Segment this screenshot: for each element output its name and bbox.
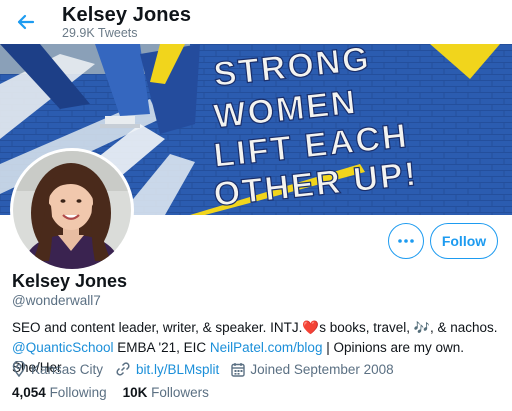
bio-line-1: SEO and content leader, writer, & speake… xyxy=(12,318,507,338)
bio-site-link[interactable]: NeilPatel.com/blog xyxy=(210,340,323,355)
bio-text: , & nachos. xyxy=(429,320,498,335)
heart-emoji: ❤️ xyxy=(302,320,320,335)
header-name: Kelsey Jones xyxy=(62,4,192,26)
header-tweet-count: 29.9K Tweets xyxy=(62,26,138,40)
joined-item: Joined September 2008 xyxy=(231,361,394,377)
profile-header: Kelsey Jones 29.9K Tweets xyxy=(0,0,512,44)
link-icon xyxy=(116,362,130,376)
following-count: 4,054 xyxy=(12,385,46,400)
profile-meta: Kansas City bit.ly/BLMsplit Joined Septe… xyxy=(12,359,406,379)
music-notes-emoji: 🎶 xyxy=(413,320,430,335)
following-stat[interactable]: 4,054 Following xyxy=(12,385,107,400)
bio-text: SEO and content leader, writer, & speake… xyxy=(12,320,303,335)
followers-count: 10K xyxy=(122,385,148,400)
location-text: Kansas City xyxy=(31,361,104,377)
location-pin-icon xyxy=(12,361,26,377)
avatar[interactable] xyxy=(10,148,134,272)
bio-text: EMBA '21, EIC xyxy=(113,340,210,355)
followers-stat[interactable]: 10K Followers xyxy=(123,385,209,400)
avatar-photo xyxy=(13,151,131,269)
calendar-icon xyxy=(231,362,246,377)
website-link[interactable]: bit.ly/BLMsplit xyxy=(136,362,219,377)
profile-name: Kelsey Jones xyxy=(12,271,128,291)
joined-text: Joined September 2008 xyxy=(250,361,394,377)
back-button[interactable] xyxy=(13,9,39,35)
followers-label: Followers xyxy=(151,385,209,400)
profile-handle: @wonderwall7 xyxy=(12,293,101,308)
follow-button[interactable]: Follow xyxy=(430,223,498,259)
location-item: Kansas City xyxy=(12,361,103,377)
arrow-left-icon xyxy=(17,14,35,30)
mention-link[interactable]: @QuanticSchool xyxy=(12,340,114,355)
profile-stats: 4,054 Following 10K Followers xyxy=(12,385,225,400)
more-button[interactable] xyxy=(388,223,424,259)
more-dots-icon xyxy=(398,239,414,243)
website-item: bit.ly/BLMsplit xyxy=(115,361,219,377)
bio-text: s books, travel, xyxy=(319,320,414,335)
following-label: Following xyxy=(49,385,107,400)
